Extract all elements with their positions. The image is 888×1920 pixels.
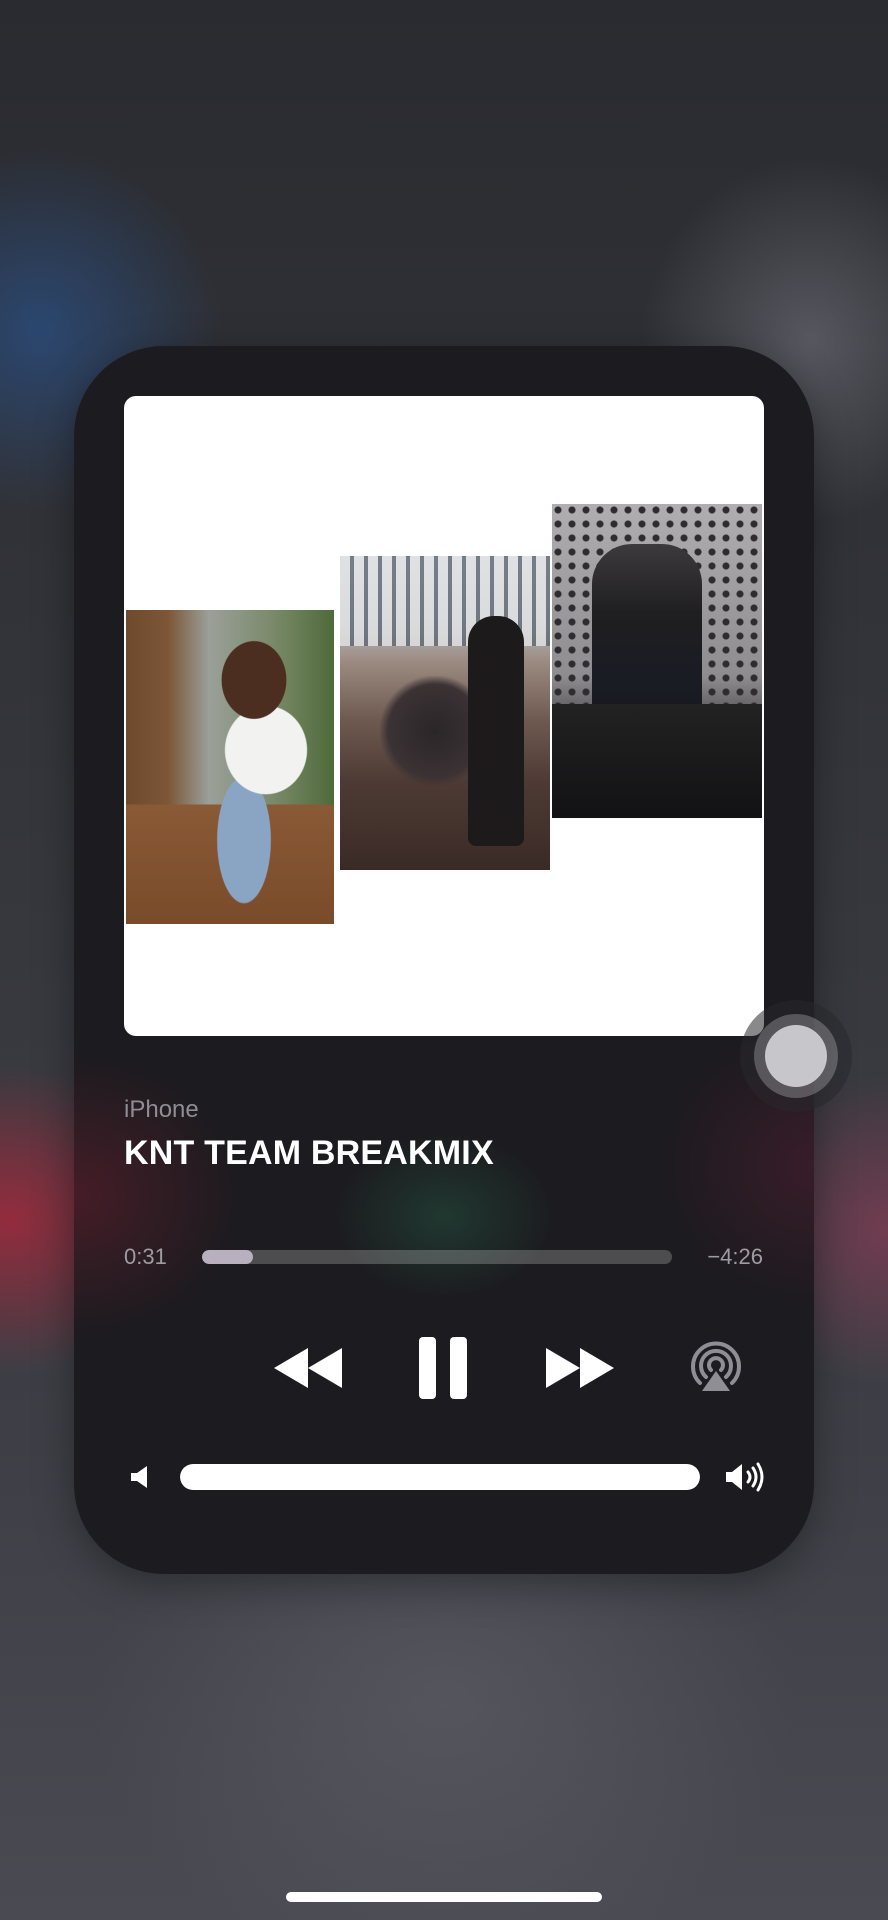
pause-icon (419, 1337, 467, 1399)
playback-progress-fill (202, 1250, 253, 1264)
artwork-photo-left (126, 610, 334, 924)
playback-source[interactable]: iPhone (124, 1096, 199, 1124)
remaining-time: −4:26 (707, 1244, 763, 1269)
track-title: KNT TEAM BREAKMIX (124, 1134, 494, 1172)
speaker-low-icon (131, 1466, 147, 1488)
assistive-touch-button[interactable] (740, 1000, 852, 1112)
artwork-photo-middle (340, 556, 550, 870)
airplay-icon (691, 1341, 741, 1391)
pause-button[interactable] (408, 1330, 478, 1406)
airplay-button[interactable] (684, 1336, 748, 1400)
rewind-icon (274, 1348, 342, 1388)
assistive-touch-dot (765, 1025, 827, 1087)
fast-forward-button[interactable] (534, 1338, 626, 1398)
volume-slider-fill (180, 1464, 700, 1490)
volume-high-icon-wrap (722, 1460, 770, 1494)
home-indicator[interactable] (286, 1892, 602, 1902)
volume-low-icon-wrap (126, 1462, 154, 1492)
album-artwork (124, 396, 764, 1036)
playback-scrubber[interactable] (202, 1250, 672, 1264)
fast-forward-icon (546, 1348, 614, 1388)
speaker-high-icon (726, 1462, 764, 1492)
volume-slider[interactable] (180, 1464, 700, 1490)
rewind-button[interactable] (262, 1338, 354, 1398)
artwork-photo-right (552, 504, 762, 818)
elapsed-time: 0:31 (124, 1244, 167, 1269)
